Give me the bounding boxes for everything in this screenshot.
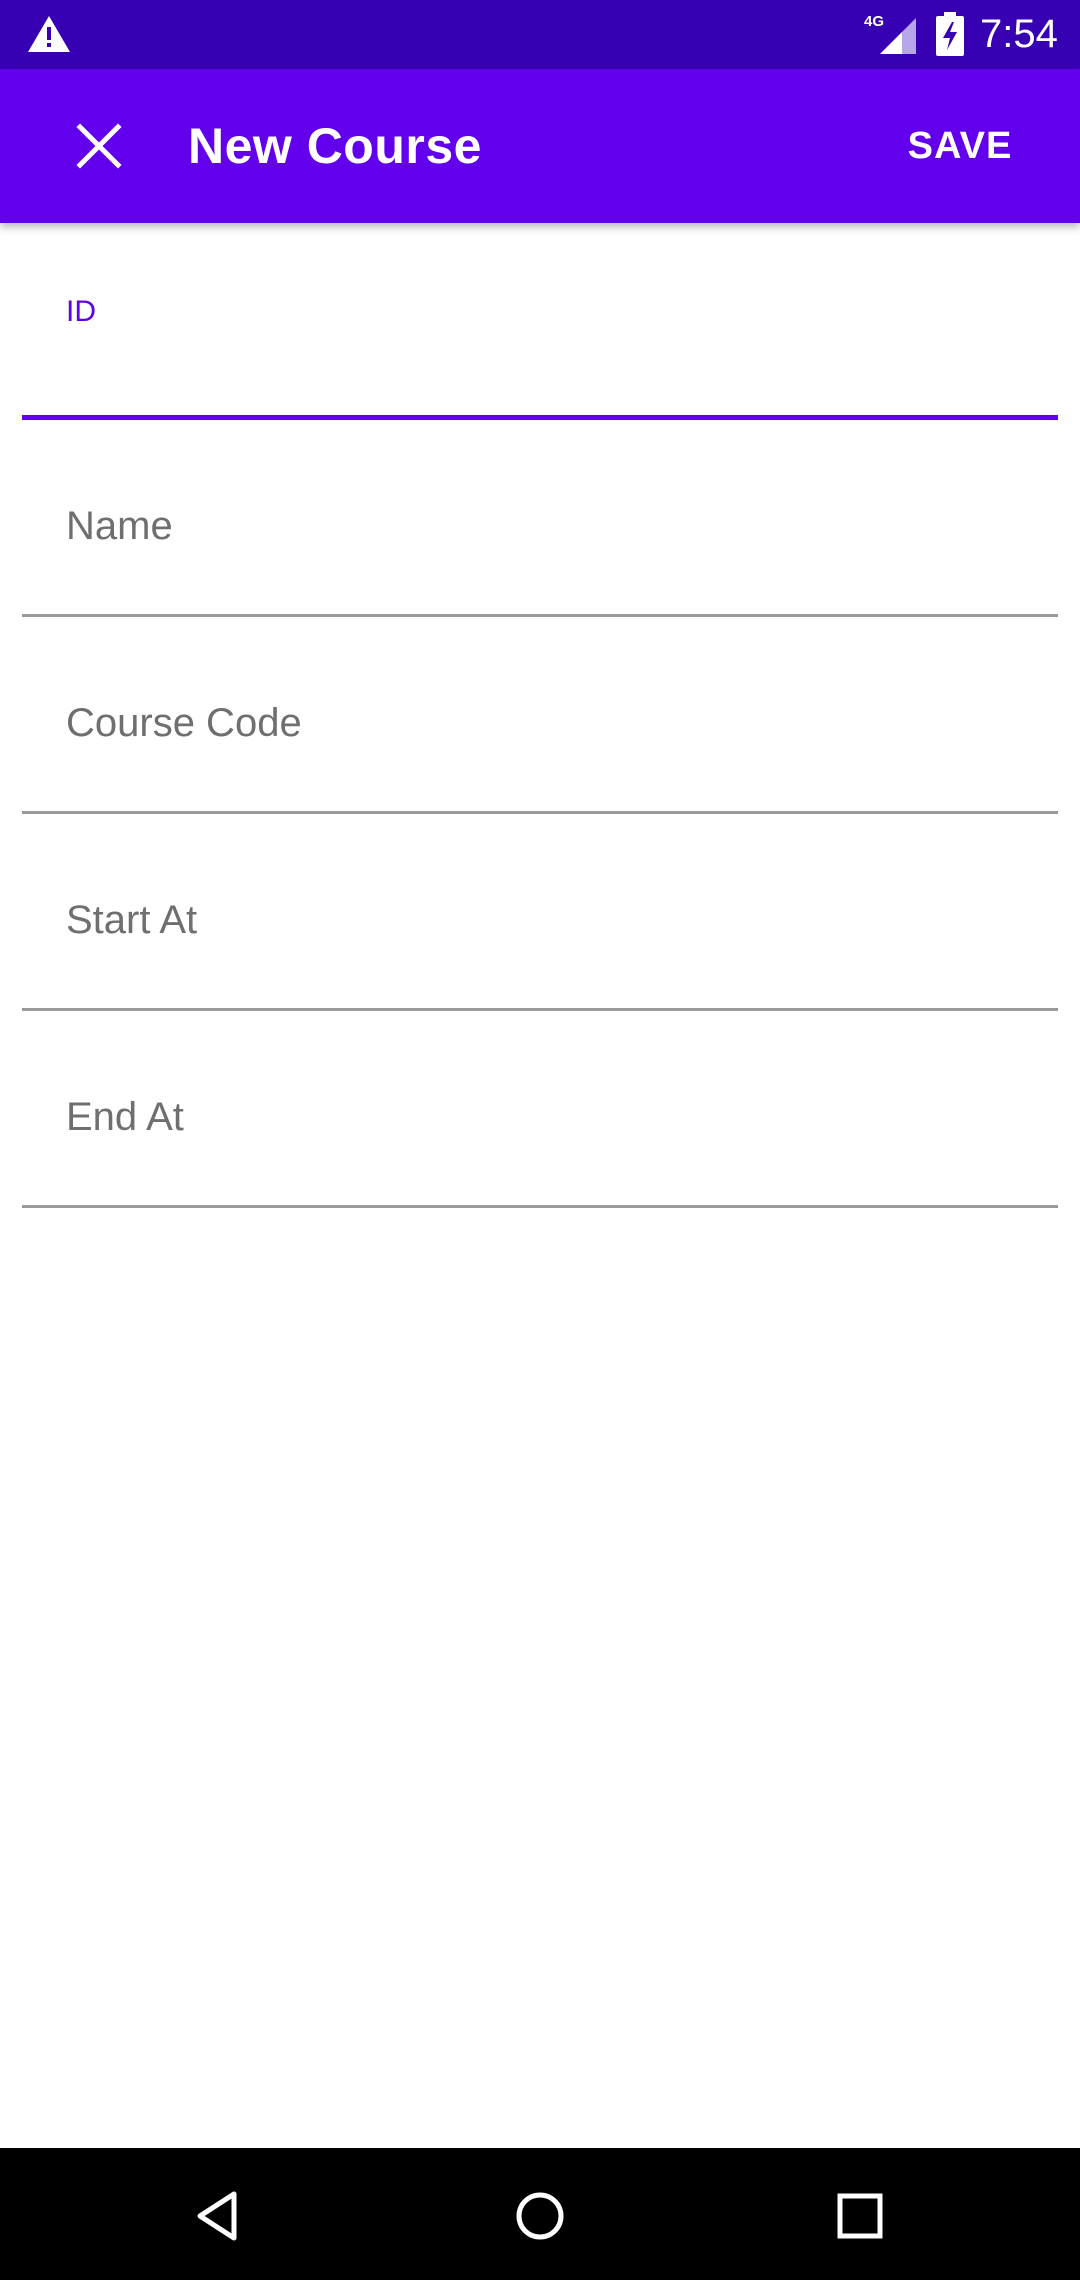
navigation-bar (0, 2148, 1080, 2280)
save-button[interactable]: SAVE (890, 113, 1030, 179)
name-field-hint: Name (66, 504, 173, 548)
start-at-field-hint: Start At (66, 898, 198, 942)
course-code-field-hint: Course Code (66, 701, 302, 745)
recents-icon[interactable] (830, 2186, 890, 2246)
network-type-label: 4G (864, 13, 884, 30)
course-code-field[interactable]: Course Code (22, 617, 1058, 814)
id-field-label: ID (66, 295, 96, 328)
name-field[interactable]: Name (22, 420, 1058, 617)
status-time: 7:54 (980, 12, 1058, 56)
home-icon[interactable] (510, 2186, 570, 2246)
start-at-field[interactable]: Start At (22, 814, 1058, 1011)
battery-charging-icon (936, 12, 964, 56)
end-at-field-underline (22, 1205, 1058, 1208)
end-at-field-hint: End At (66, 1095, 184, 1139)
back-icon[interactable] (190, 2186, 250, 2246)
close-icon[interactable] (66, 113, 132, 179)
status-bar: 4G 7:54 (0, 0, 1080, 69)
id-field[interactable]: ID (22, 223, 1058, 420)
warning-icon (28, 16, 70, 52)
signal-icon: 4G (864, 13, 916, 54)
page-title: New Course (188, 118, 482, 174)
end-at-field[interactable]: End At (22, 1011, 1058, 1208)
app-bar: New Course SAVE (0, 69, 1080, 223)
